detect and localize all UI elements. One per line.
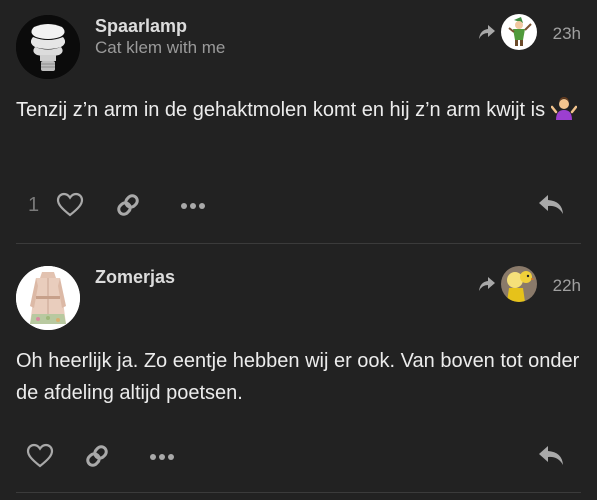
heart-icon[interactable] (56, 192, 84, 218)
ellipsis-icon[interactable] (180, 202, 206, 210)
link-icon[interactable] (83, 442, 111, 470)
reply-icon[interactable] (537, 192, 565, 216)
robin-hood-avatar[interactable] (501, 14, 537, 50)
user-avatar[interactable] (16, 266, 80, 330)
username[interactable]: Spaarlamp (95, 16, 187, 37)
yellow-duck-avatar[interactable] (501, 266, 537, 302)
user-title: Cat klem with me (95, 38, 226, 57)
heart-icon[interactable] (26, 443, 54, 469)
reply-to-indicator[interactable] (477, 14, 537, 50)
post: Zomerjas 22h Oh heerlijk ja. Zo eentje h… (0, 244, 597, 500)
post-actions (0, 437, 597, 477)
user-avatar[interactable] (16, 15, 80, 79)
reply-icon[interactable] (537, 443, 565, 467)
post-date[interactable]: 22h (553, 276, 581, 296)
post-actions: 1 (0, 186, 597, 226)
light-bulb-icon (16, 15, 80, 79)
username[interactable]: Zomerjas (95, 267, 175, 288)
post: Spaarlamp Cat klem with me 23h Tenzij z’… (0, 0, 597, 243)
person-shrugging-emoji (550, 96, 577, 132)
post-divider (16, 492, 581, 493)
reply-to-indicator[interactable] (477, 266, 537, 302)
post-date[interactable]: 23h (553, 24, 581, 44)
ellipsis-icon[interactable] (149, 453, 175, 461)
like-count[interactable]: 1 (28, 194, 39, 217)
post-content: Oh heerlijk ja. Zo eentje hebben wij er … (16, 345, 581, 409)
post-text: Oh heerlijk ja. Zo eentje hebben wij er … (16, 350, 580, 404)
post-content: Tenzij z’n arm in de gehaktmolen komt en… (16, 94, 581, 132)
share-arrow-icon (479, 25, 495, 39)
share-arrow-icon (479, 277, 495, 291)
trench-coat-avatar (16, 266, 80, 330)
link-icon[interactable] (114, 191, 142, 219)
post-text: Tenzij z’n arm in de gehaktmolen komt en… (16, 99, 546, 121)
